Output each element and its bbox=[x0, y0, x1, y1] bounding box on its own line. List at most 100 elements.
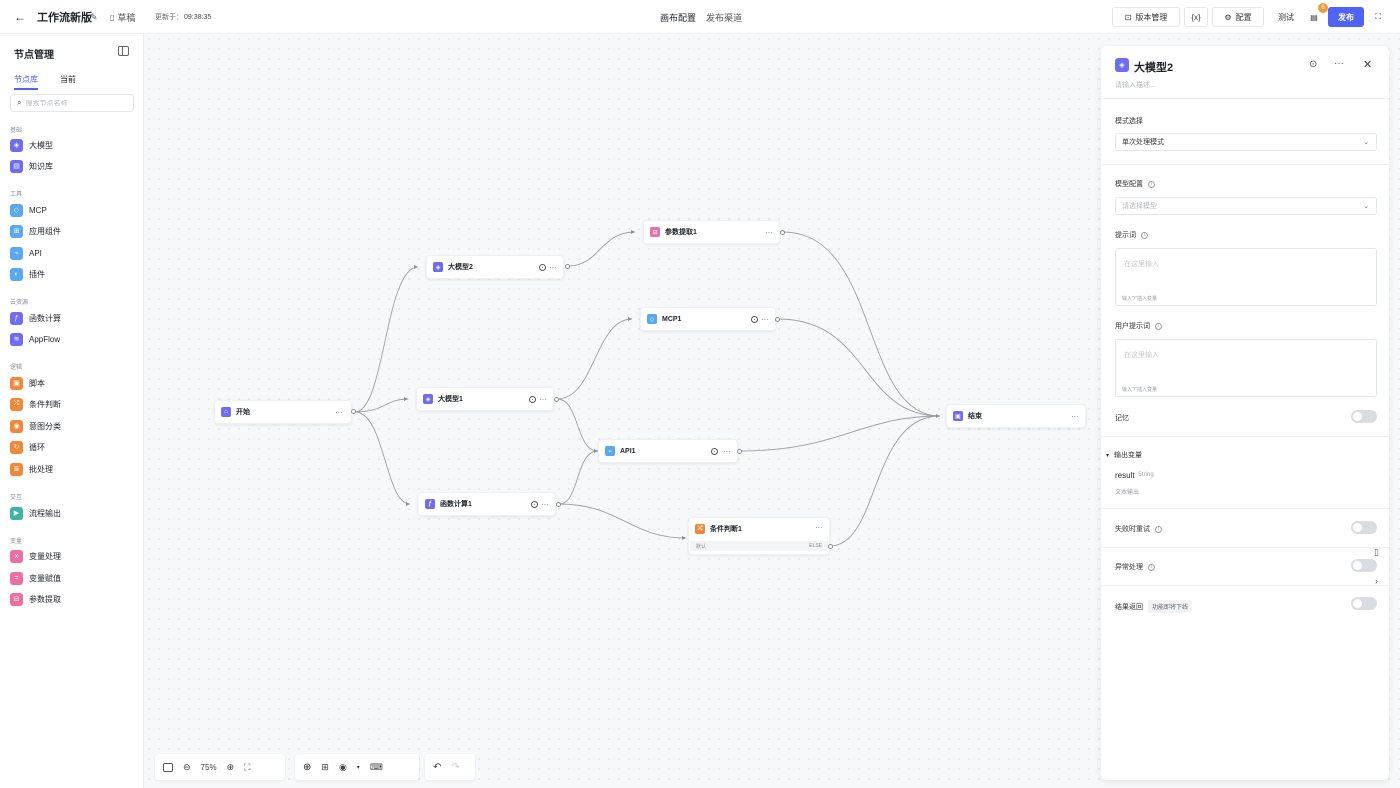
more-icon[interactable]: ··· bbox=[815, 523, 823, 532]
more-icon[interactable]: ··· bbox=[723, 447, 731, 456]
more-options-icon[interactable]: ··· bbox=[1334, 58, 1344, 69]
edge-llm1-mcp1 bbox=[556, 318, 633, 400]
edge-start-llm1 bbox=[354, 398, 409, 413]
node-start[interactable]: ⌂ 开始 ··· bbox=[214, 400, 352, 424]
redo-icon[interactable]: ↷ bbox=[451, 762, 459, 773]
node-end[interactable]: ▣ 结束 ··· bbox=[946, 404, 1086, 428]
chevron-down-icon: ⌄ bbox=[1363, 203, 1369, 210]
minimap-icon[interactable] bbox=[163, 762, 173, 772]
edge-func1-api1 bbox=[558, 450, 599, 505]
run-node-icon[interactable]: ⊙ bbox=[1309, 59, 1317, 70]
keyboard-icon[interactable]: ⌨ bbox=[370, 762, 383, 773]
zoom-toolbar: ⊖ 75% ⊕ ⛶ bbox=[155, 754, 285, 780]
edge-arrow bbox=[936, 414, 940, 418]
error-handling-label: 异常处理 i bbox=[1115, 562, 1155, 572]
output-var-type: String bbox=[1138, 472, 1154, 478]
edge-param1-end bbox=[782, 231, 941, 417]
edge-arrow bbox=[414, 265, 418, 269]
node-param-extract1[interactable]: ⊟ 参数提取1 ··· bbox=[643, 220, 780, 244]
llm-icon: ◈ bbox=[423, 394, 433, 404]
condition-icon: ⤮ bbox=[695, 524, 705, 534]
divider bbox=[1101, 436, 1389, 437]
extract-icon: ⊟ bbox=[650, 227, 660, 237]
function-icon: ƒ bbox=[425, 499, 435, 509]
end-icon: ▣ bbox=[953, 411, 963, 421]
edge-func1-cond1 bbox=[558, 503, 687, 539]
start-icon: ⌂ bbox=[221, 407, 231, 417]
edge-arrow bbox=[404, 397, 408, 401]
node-llm1[interactable]: ◈ 大模型1 ··· bbox=[416, 387, 554, 411]
node-function-compute1[interactable]: ƒ 函数计算1 ··· bbox=[418, 492, 556, 516]
run-icon[interactable] bbox=[529, 395, 536, 403]
user-prompt-input[interactable]: 在这里输入 输入"/"插入变量 bbox=[1115, 339, 1377, 397]
fit-view-icon[interactable]: ⛶ bbox=[244, 762, 250, 773]
llm-icon: ◈ bbox=[433, 262, 443, 272]
edge-arrow bbox=[631, 230, 635, 234]
memory-toggle[interactable] bbox=[1351, 410, 1377, 423]
undo-icon[interactable]: ↶ bbox=[433, 762, 441, 773]
document-icon[interactable]: ▯ bbox=[1374, 547, 1379, 558]
prompt-input[interactable]: 在这里输入 输入"/"插入变量 bbox=[1115, 248, 1377, 306]
mode-label: 模式选择 bbox=[1115, 118, 1143, 125]
llm-icon: ◈ bbox=[1115, 58, 1129, 72]
edge-mcp1-end bbox=[777, 318, 941, 417]
more-icon[interactable]: ··· bbox=[539, 395, 547, 404]
output-section-header[interactable]: ▾ 输出变量 bbox=[1106, 450, 1142, 460]
output-port[interactable] bbox=[351, 409, 356, 414]
edit-toolbar: ⊕ ⊞ ◉ ▾ ⌨ bbox=[295, 754, 419, 780]
close-icon[interactable]: ✕ bbox=[1363, 58, 1372, 71]
output-port[interactable] bbox=[780, 230, 785, 235]
description-input[interactable]: 请输入描述... bbox=[1115, 80, 1156, 90]
output-var-name: result bbox=[1115, 471, 1135, 480]
run-icon[interactable] bbox=[711, 447, 718, 455]
more-icon[interactable]: ··· bbox=[549, 263, 557, 272]
output-port[interactable] bbox=[775, 317, 780, 322]
output-port[interactable] bbox=[737, 449, 742, 454]
output-port[interactable] bbox=[565, 264, 570, 269]
more-icon[interactable]: ··· bbox=[761, 315, 769, 324]
zoom-out-icon[interactable]: ⊖ bbox=[183, 762, 191, 773]
chevron-right-icon[interactable]: › bbox=[1375, 576, 1378, 586]
output-var-desc: 文本输出 bbox=[1115, 490, 1140, 496]
node-mcp1[interactable]: ◇ MCP1 ··· bbox=[640, 307, 776, 331]
divider bbox=[1101, 547, 1389, 548]
node-llm2[interactable]: ◈ 大模型2 ··· bbox=[426, 255, 564, 279]
auto-layout-icon[interactable]: ⊞ bbox=[321, 762, 329, 773]
retry-label: 失败时重试 i bbox=[1115, 524, 1162, 534]
output-port[interactable] bbox=[554, 397, 559, 402]
run-icon[interactable] bbox=[751, 315, 758, 323]
error-handling-toggle[interactable] bbox=[1351, 559, 1377, 572]
zoom-level[interactable]: 75% bbox=[201, 763, 217, 772]
edge-start-func1 bbox=[354, 411, 411, 505]
output-port[interactable] bbox=[828, 544, 833, 549]
more-icon[interactable]: ··· bbox=[765, 228, 773, 237]
more-icon[interactable]: ··· bbox=[335, 408, 343, 417]
retry-toggle[interactable] bbox=[1351, 521, 1377, 534]
info-icon[interactable]: i bbox=[1155, 525, 1162, 533]
zoom-in-icon[interactable]: ⊕ bbox=[227, 762, 235, 773]
edge-cond1-end bbox=[829, 415, 941, 547]
more-icon[interactable]: ··· bbox=[1071, 412, 1079, 421]
add-node-icon[interactable]: ⊕ bbox=[303, 762, 311, 773]
more-icon[interactable]: ··· bbox=[541, 500, 549, 509]
run-icon[interactable] bbox=[539, 263, 546, 271]
info-icon[interactable]: i bbox=[1141, 231, 1148, 239]
info-icon[interactable]: i bbox=[1148, 180, 1155, 188]
model-select[interactable]: 请选择模型 ⌄ bbox=[1115, 197, 1377, 215]
mouse-mode-icon[interactable]: ◉ bbox=[339, 762, 347, 773]
divider bbox=[1101, 585, 1389, 586]
info-icon[interactable]: i bbox=[1155, 322, 1162, 330]
info-icon[interactable]: i bbox=[1148, 563, 1155, 571]
model-label: 模型配置 i bbox=[1115, 179, 1155, 189]
run-icon[interactable] bbox=[531, 500, 538, 508]
divider bbox=[1101, 508, 1389, 509]
node-api1[interactable]: ⌁ API1 ··· bbox=[598, 439, 738, 463]
panel-title[interactable]: 大模型2 bbox=[1134, 59, 1173, 75]
prompt-label: 提示词 i bbox=[1115, 230, 1148, 240]
mode-select[interactable]: 单次处理模式 ⌄ bbox=[1115, 133, 1377, 151]
result-return-toggle[interactable] bbox=[1351, 597, 1377, 610]
chevron-down-icon[interactable]: ▾ bbox=[357, 764, 360, 771]
edge-llm1-api1 bbox=[556, 398, 599, 452]
output-port[interactable] bbox=[556, 502, 561, 507]
chevron-down-icon: ⌄ bbox=[1363, 139, 1369, 146]
